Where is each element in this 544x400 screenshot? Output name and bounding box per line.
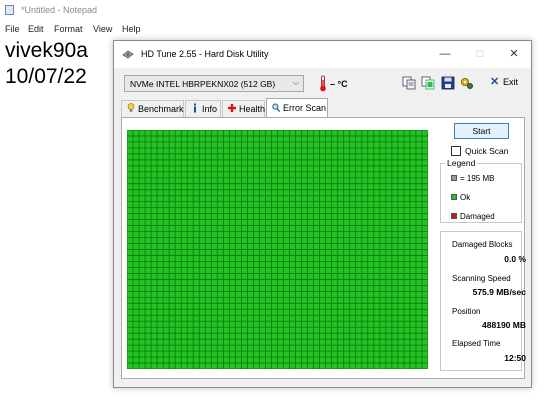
close-button[interactable]: ✕ [497,41,531,68]
options-icon[interactable] [460,76,474,90]
scan-block-grid [127,130,428,369]
info-icon [194,103,196,113]
legend-label: Ok [460,193,471,202]
start-button-label: Start [472,126,491,136]
exit-label: Exit [503,77,519,87]
position-value: 488190 MB [482,320,526,330]
lightbulb-icon [127,103,135,112]
exit-icon: ✕ [490,76,500,88]
drive-select[interactable]: NVMe INTEL HBRPEKNX02 (512 GB) ⌵ [124,75,304,92]
maximize-button[interactable]: □ [463,41,497,68]
quick-scan-label: Quick Scan [465,146,509,156]
close-icon: ✕ [509,48,519,60]
exit-button[interactable]: ✕ Exit [490,76,520,90]
tab-benchmark[interactable]: Benchmark [121,100,184,117]
elapsed-time-label: Elapsed Time [452,339,501,348]
damaged-blocks-label: Damaged Blocks [452,240,513,249]
checkbox-icon[interactable] [451,146,461,156]
chevron-down-icon: ⌵ [292,78,299,87]
menu-file[interactable]: File [5,24,20,34]
maximize-icon: □ [476,48,484,60]
magnifier-icon [272,103,280,113]
legend-label: Damaged [460,212,495,221]
hdtune-titlebar[interactable]: HD Tune 2.55 - Hard Disk Utility — □ ✕ [114,41,531,68]
minimize-icon: — [439,48,451,60]
hdtune-title: HD Tune 2.55 - Hard Disk Utility [141,49,269,59]
menu-help[interactable]: Help [122,24,141,34]
scan-stats-group [440,231,522,371]
menu-view[interactable]: View [93,24,112,34]
notepad-title: *Untitled - Notepad [21,5,98,15]
hdtune-app-icon [122,50,134,59]
save-icon[interactable] [441,76,455,90]
legend-label: = 195 MB [460,174,495,183]
tab-error-scan[interactable]: Error Scan [266,98,328,118]
tab-health[interactable]: Health [222,100,265,117]
notepad-line: 10/07/22 [5,65,87,88]
scanning-speed-label: Scanning Speed [452,274,511,283]
notepad-text-area[interactable]: vivek90a 10/07/22 [5,38,88,90]
tab-health-label: Health [239,104,266,114]
scan-grid-lines [127,130,428,369]
copy-info-icon[interactable] [402,76,416,90]
thermometer-icon [320,75,326,92]
position-label: Position [452,307,481,316]
notepad-menubar: File Edit Format View Help [0,22,544,36]
tab-info-label: Info [202,104,218,114]
notepad-line: vivek90a [5,39,88,62]
notepad-icon [5,5,14,15]
tab-info[interactable]: Info [185,100,221,117]
health-cross-icon [228,104,236,112]
menu-edit[interactable]: Edit [28,24,44,34]
notepad-titlebar: *Untitled - Notepad [0,0,544,20]
copy-screen-icon[interactable] [421,76,435,90]
start-button[interactable]: Start [454,123,509,139]
legend-swatch-red [451,213,457,219]
damaged-blocks-value: 0.0 % [504,254,526,264]
legend-swatch-grey [451,175,457,181]
elapsed-time-value: 12:50 [504,353,526,363]
tab-benchmark-label: Benchmark [138,104,184,114]
minimize-button[interactable]: — [428,41,462,68]
menu-format[interactable]: Format [54,24,83,34]
drive-select-value: NVMe INTEL HBRPEKNX02 (512 GB) [130,79,276,89]
legend-title: Legend [445,158,478,168]
temperature-readout: – °C [330,79,348,89]
tab-error-scan-label: Error Scan [283,103,327,113]
legend-swatch-green [451,194,457,200]
scanning-speed-value: 575.9 MB/sec [472,287,526,297]
